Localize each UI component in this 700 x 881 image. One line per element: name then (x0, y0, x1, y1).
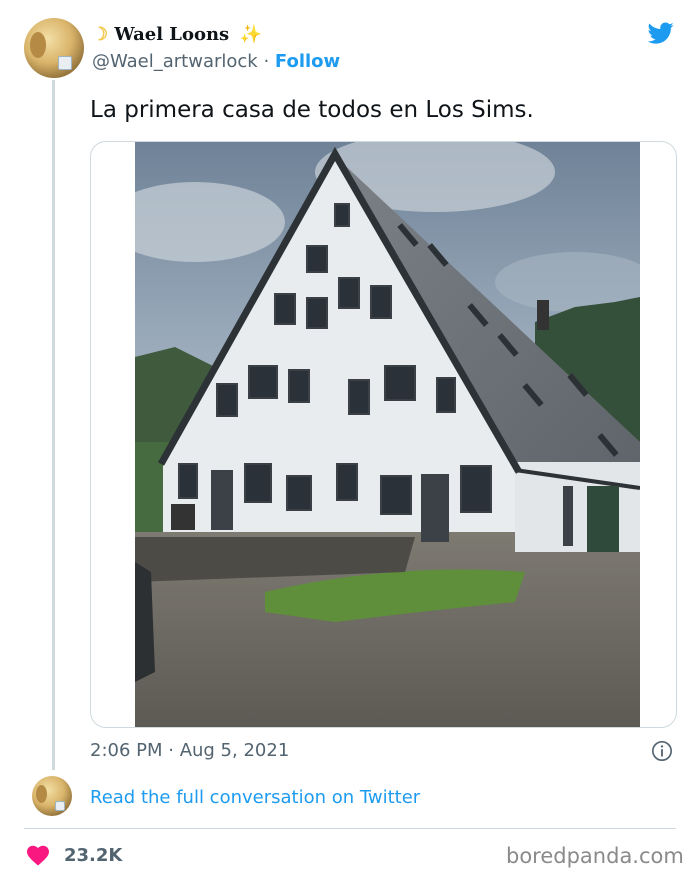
handle-row: @Wael_artwarlock · Follow (92, 51, 340, 72)
author-display-name[interactable]: ☽ Wael Loons ✨ (92, 24, 262, 45)
footer-divider (24, 828, 676, 829)
house-photo (135, 142, 640, 727)
avatar-cup (55, 801, 65, 811)
author-avatar[interactable] (24, 18, 84, 78)
avatar-dog-ear (30, 32, 46, 58)
thread-line (52, 80, 55, 770)
tweet-media-card[interactable] (90, 141, 677, 728)
reply-avatar[interactable] (32, 776, 72, 816)
follow-button[interactable]: Follow (275, 51, 340, 72)
display-name-text: Wael Loons (114, 24, 230, 45)
twitter-bird-icon[interactable] (646, 20, 676, 46)
avatar-dog-ear (36, 785, 47, 803)
author-handle[interactable]: @Wael_artwarlock (92, 51, 258, 72)
info-icon[interactable] (651, 740, 673, 762)
separator-dot: · (257, 51, 275, 72)
watermark: boredpanda.com (506, 844, 684, 868)
tweet-timestamp[interactable]: 2:06 PM · Aug 5, 2021 (90, 740, 289, 761)
sparkles-icon: ✨ (239, 24, 262, 45)
heart-icon[interactable] (26, 844, 50, 866)
tweet-text: La primera casa de todos en Los Sims. (90, 97, 534, 123)
avatar-cup (58, 56, 72, 70)
read-conversation-link[interactable]: Read the full conversation on Twitter (90, 787, 420, 808)
like-count: 23.2K (64, 845, 123, 866)
crescent-moon-icon: ☽ (92, 24, 109, 45)
